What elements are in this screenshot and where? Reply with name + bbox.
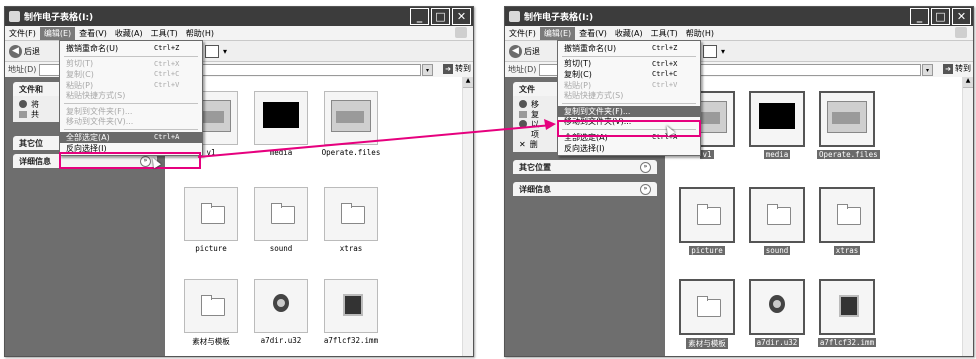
step-arrow [197,119,556,158]
